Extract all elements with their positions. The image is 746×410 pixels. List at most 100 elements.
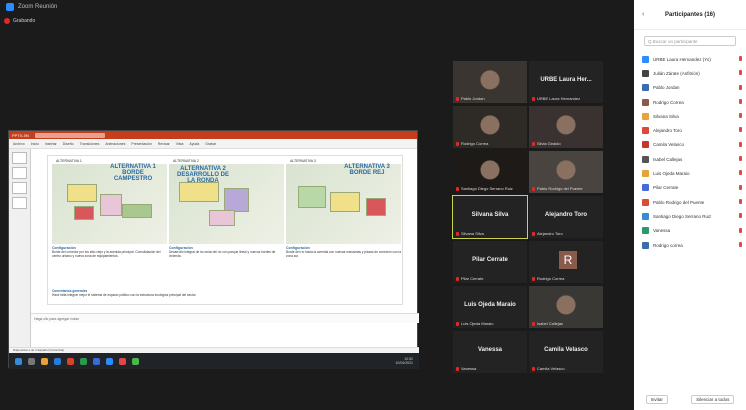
slide-thumbnail[interactable]	[12, 167, 27, 179]
participant-row[interactable]: Santiago Diego Serrano Ruiz	[634, 209, 746, 223]
video-tile[interactable]: Camila Velasco Camila Velasco	[528, 330, 604, 374]
powerpoint-search-box[interactable]	[34, 132, 105, 138]
excel-icon[interactable]	[80, 357, 87, 365]
participant-name-label: URBE Laura Hernandez	[532, 96, 580, 101]
video-tile[interactable]: Santiago Diego Serrano Ruiz	[452, 150, 528, 194]
participant-name-label: Luis Ojeda Maraio	[456, 321, 493, 326]
participant-row[interactable]: Isabel Callejas	[634, 152, 746, 166]
ribbon-tab[interactable]: Ayuda	[189, 142, 199, 146]
ribbon-tab[interactable]: Grabar	[205, 142, 216, 146]
ribbon-tab[interactable]: Revisar	[158, 142, 170, 146]
muted-mic-icon	[456, 321, 459, 326]
participant-row[interactable]: Rodrigo correa	[634, 238, 746, 252]
participant-avatar-icon	[642, 241, 649, 249]
muted-mic-icon[interactable]	[739, 56, 742, 61]
ribbon-tab[interactable]: Diseño	[63, 142, 74, 146]
participant-row[interactable]: Silvana Silva	[634, 109, 746, 123]
muted-mic-icon[interactable]	[739, 113, 742, 119]
system-tray: 10:52 10/04/2021	[395, 357, 413, 365]
participant-row[interactable]: Vanessa	[634, 224, 746, 238]
video-tile[interactable]: R Rodrigo Correa	[528, 240, 604, 284]
participant-row[interactable]: Pablo Jordan	[634, 81, 746, 95]
video-tile[interactable]: Luis Ojeda Maraio Luis Ojeda Maraio	[452, 285, 528, 329]
zoom-taskbar-icon[interactable]	[106, 357, 113, 365]
slide-thumbnail[interactable]	[12, 197, 27, 209]
muted-mic-icon[interactable]	[739, 141, 742, 147]
video-tile[interactable]: Pablo Rodrigo del Puente	[528, 150, 604, 194]
video-tile[interactable]: Vanessa Vanessa	[452, 330, 528, 374]
participant-row[interactable]: Alejandro Toro	[634, 123, 746, 137]
word-icon[interactable]	[93, 357, 100, 365]
search-icon[interactable]	[28, 357, 35, 365]
ribbon-tab[interactable]: Inicio	[31, 142, 39, 146]
muted-mic-icon[interactable]	[739, 84, 742, 90]
muted-mic-icon	[532, 96, 535, 101]
powerpoint-icon[interactable]	[67, 357, 74, 365]
video-tile[interactable]: Silvia Giraldo	[528, 105, 604, 149]
participant-display-name: Pilar Cerrate	[472, 257, 508, 263]
video-tile[interactable]: URBE Laura Her... URBE Laura Hernandez	[528, 60, 604, 104]
muted-mic-icon	[456, 276, 459, 281]
tray-date: 10/04/2021	[395, 361, 413, 365]
participant-avatar-icon	[642, 227, 649, 235]
participant-row-name: Rodrigo Correa	[653, 99, 684, 105]
participant-avatar-icon	[642, 184, 649, 192]
ribbon-tab[interactable]: Vista	[176, 142, 184, 146]
participant-row[interactable]: Camila Velasco	[634, 138, 746, 152]
windows-start-icon[interactable]	[15, 357, 22, 365]
muted-mic-icon[interactable]	[739, 127, 742, 133]
chrome-icon[interactable]	[132, 357, 139, 365]
muted-mic-icon[interactable]	[739, 241, 742, 247]
invite-button[interactable]: Invitar	[645, 395, 668, 404]
video-tile[interactable]: Isabel Callejas	[528, 285, 604, 329]
muted-mic-icon[interactable]	[739, 198, 742, 204]
participant-name: Vanessa	[461, 366, 477, 371]
participant-row[interactable]: Rodrigo Correa	[634, 95, 746, 109]
muted-mic-icon[interactable]	[739, 170, 742, 176]
collapse-chevron-icon[interactable]: ‹	[642, 11, 644, 18]
participant-row[interactable]: Luis Ojeda Maraio	[634, 166, 746, 180]
recording-indicator[interactable]: Grabando	[4, 18, 35, 24]
app-icon[interactable]	[119, 357, 126, 365]
slide-notes[interactable]: Haga clic para agregar notas	[31, 313, 419, 323]
muted-mic-icon[interactable]	[739, 156, 742, 162]
ribbon-tab[interactable]: Insertar	[45, 142, 57, 146]
video-tile[interactable]: Alejandro Toro Alejandro Toro	[528, 195, 604, 239]
muted-mic-icon[interactable]	[739, 70, 742, 76]
slide-thumbnail[interactable]	[12, 152, 27, 164]
powerpoint-title: PPTX-0N	[12, 132, 29, 138]
mute-all-button[interactable]: Silenciar a todos	[691, 395, 735, 404]
ribbon-tab[interactable]: Transiciones	[80, 142, 100, 146]
muted-mic-icon[interactable]	[739, 184, 742, 190]
participant-row[interactable]: Julián Zárate (Anfitrión)	[634, 66, 746, 80]
video-tile[interactable]: Pablo Jordan	[452, 60, 528, 104]
participant-name: Pablo Jordan	[461, 96, 485, 101]
participant-avatar-icon	[642, 141, 649, 149]
participants-title: Participantes (16)	[664, 11, 716, 18]
video-tile[interactable]: Silvana Silva Silvana Silva	[452, 195, 528, 239]
participant-search-input[interactable]: Q Buscar un participante	[644, 36, 736, 46]
participant-name: Camila Velasco	[537, 366, 565, 371]
file-explorer-icon[interactable]	[41, 357, 48, 365]
muted-mic-icon	[456, 186, 459, 191]
muted-mic-icon[interactable]	[739, 227, 742, 233]
muted-mic-icon	[456, 366, 459, 371]
edge-icon[interactable]	[54, 357, 61, 365]
ribbon-tab[interactable]: Presentación	[131, 142, 151, 146]
participant-display-name: Camila Velasco	[544, 347, 588, 353]
muted-mic-icon[interactable]	[739, 98, 742, 104]
shared-screen[interactable]: PPTX-0N Archivo Inicio Insertar Diseño Trans…	[8, 130, 419, 369]
participant-row[interactable]: Pilar Cerrate	[634, 181, 746, 195]
participant-row-name: Luis Ojeda Maraio	[653, 171, 690, 177]
video-tile[interactable]: Pilar Cerrate Pilar Cerrate	[452, 240, 528, 284]
slide-thumbnail[interactable]	[12, 182, 27, 194]
plan-map-3	[286, 164, 401, 244]
muted-mic-icon[interactable]	[739, 213, 742, 219]
video-tile[interactable]: Rodrigo Correa	[452, 105, 528, 149]
participant-row-name: Julián Zárate (Anfitrión)	[653, 70, 700, 76]
participant-row[interactable]: URBE Laura Hernandez (Yo)	[634, 52, 746, 66]
ribbon-tab[interactable]: Animaciones	[105, 142, 125, 146]
zoom-logo-icon	[6, 3, 14, 11]
ribbon-tab[interactable]: Archivo	[13, 142, 25, 146]
participant-row[interactable]: Pablo Rodrigo del Puente	[634, 195, 746, 209]
